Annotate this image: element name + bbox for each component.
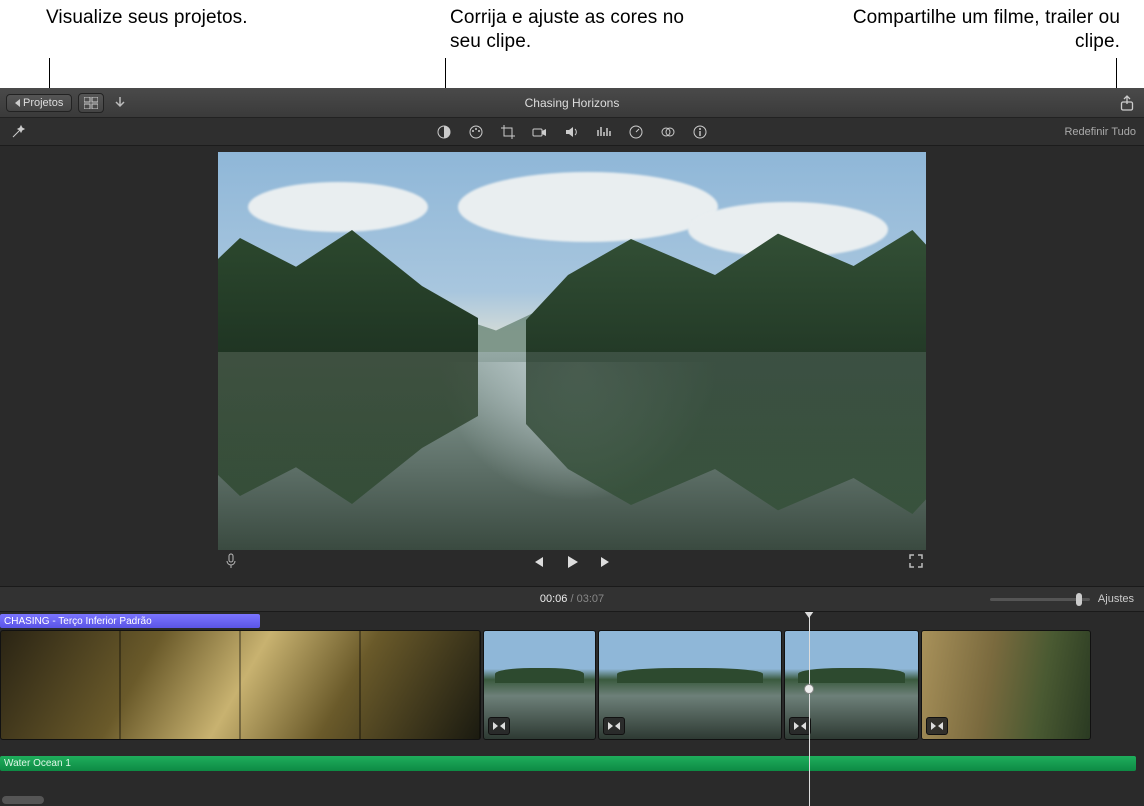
volume-button[interactable] — [563, 123, 581, 141]
transition-badge[interactable] — [488, 717, 510, 735]
crop-icon — [500, 124, 516, 140]
timeline-clip[interactable] — [598, 630, 782, 740]
title-clip-label: CHASING - Terço Inferior Padrão — [4, 616, 152, 627]
share-button[interactable] — [1116, 92, 1138, 114]
play-button[interactable] — [563, 553, 581, 571]
zoom-slider[interactable] — [990, 598, 1090, 601]
speaker-icon — [564, 124, 580, 140]
microphone-icon — [224, 553, 238, 569]
imovie-window: Projetos Chasing Horizons — [0, 88, 1144, 806]
zoom-slider-knob[interactable] — [1076, 593, 1082, 606]
current-time: 00:06 — [540, 593, 568, 605]
download-arrow-icon — [114, 96, 126, 110]
info-icon — [692, 124, 708, 140]
timeline[interactable]: CHASING - Terço Inferior Padrão Water Oc… — [0, 612, 1144, 806]
next-frame-button[interactable] — [597, 553, 615, 571]
adjustment-bar: Redefinir Tudo — [0, 118, 1144, 146]
playhead-knob[interactable] — [804, 684, 814, 694]
magic-wand-icon — [10, 124, 26, 140]
video-camera-icon — [532, 124, 548, 140]
speedometer-icon — [628, 124, 644, 140]
voiceover-button[interactable] — [224, 553, 242, 571]
chevron-left-icon — [15, 99, 20, 107]
transition-icon — [793, 721, 807, 731]
transition-icon — [930, 721, 944, 731]
callout-projects: Visualize seus projetos. — [46, 6, 306, 30]
callout-share: Compartilhe um filme, trailer ou clipe. — [820, 6, 1120, 54]
palette-icon — [468, 124, 484, 140]
playback-controls — [0, 548, 1144, 576]
import-button[interactable] — [110, 93, 130, 113]
skip-forward-icon — [599, 555, 613, 569]
speed-button[interactable] — [627, 123, 645, 141]
overlap-circles-icon — [660, 124, 676, 140]
media-grid-icon — [84, 97, 98, 109]
share-icon — [1120, 95, 1134, 111]
main-toolbar: Projetos Chasing Horizons — [0, 88, 1144, 118]
magic-wand-button[interactable] — [8, 122, 28, 142]
transition-badge[interactable] — [789, 717, 811, 735]
annotation-callouts: Visualize seus projetos. Corrija e ajust… — [0, 0, 1144, 88]
projects-back-label: Projetos — [23, 97, 63, 109]
crop-button[interactable] — [499, 123, 517, 141]
project-title: Chasing Horizons — [0, 96, 1144, 110]
timeline-clip[interactable] — [483, 630, 596, 740]
noise-reduction-button[interactable] — [595, 123, 613, 141]
clip-info-button[interactable] — [691, 123, 709, 141]
timeline-clip[interactable] — [921, 630, 1091, 740]
transition-badge[interactable] — [603, 717, 625, 735]
equalizer-icon — [596, 124, 612, 140]
audio-clip[interactable]: Water Ocean 1 — [0, 756, 1136, 771]
time-display: 00:06 / 03:07 — [540, 593, 604, 605]
callout-color: Corrija e ajuste as cores no seu clipe. — [450, 6, 710, 54]
projects-back-button[interactable]: Projetos — [6, 94, 72, 112]
title-clip[interactable]: CHASING - Terço Inferior Padrão — [0, 614, 260, 628]
fullscreen-button[interactable] — [908, 553, 926, 571]
audio-clip-label: Water Ocean 1 — [4, 758, 71, 769]
skip-back-icon — [531, 555, 545, 569]
time-separator: / — [567, 593, 576, 605]
stabilization-button[interactable] — [531, 123, 549, 141]
timeline-scrollbar[interactable] — [2, 796, 44, 804]
media-library-button[interactable] — [78, 93, 104, 113]
timeline-clip[interactable] — [0, 630, 481, 740]
clip-filter-button[interactable] — [659, 123, 677, 141]
transition-icon — [607, 721, 621, 731]
playhead[interactable] — [809, 612, 810, 806]
prev-frame-button[interactable] — [529, 553, 547, 571]
color-correction-button[interactable] — [467, 123, 485, 141]
total-time: 03:07 — [577, 593, 605, 605]
fullscreen-icon — [908, 553, 924, 569]
transition-badge[interactable] — [926, 717, 948, 735]
color-balance-icon — [436, 124, 452, 140]
preview-viewer — [0, 146, 1144, 586]
video-track — [0, 630, 1144, 740]
preview-frame[interactable] — [218, 152, 926, 550]
transition-icon — [492, 721, 506, 731]
reset-all-button[interactable]: Redefinir Tudo — [1064, 126, 1136, 138]
timeline-info-bar: 00:06 / 03:07 Ajustes — [0, 586, 1144, 612]
color-balance-button[interactable] — [435, 123, 453, 141]
play-icon — [564, 554, 580, 570]
settings-button[interactable]: Ajustes — [1098, 593, 1134, 605]
